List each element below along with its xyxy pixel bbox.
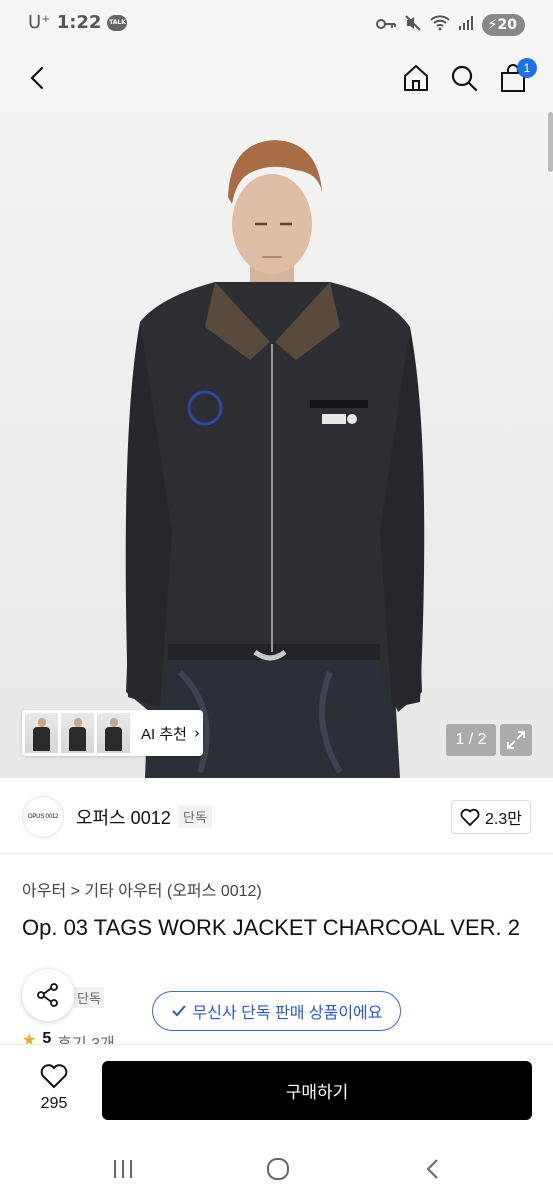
search-button[interactable] — [446, 60, 482, 96]
check-icon — [171, 1005, 186, 1017]
exclusive-notice-text: 무신사 단독 판매 상품이에요 — [192, 1005, 383, 1022]
back-button[interactable] — [20, 60, 56, 96]
ai-recommend-thumbnails[interactable]: AI 추천 › — [22, 710, 203, 756]
share-icon — [37, 983, 58, 1007]
expand-icon — [507, 731, 525, 749]
thumbnail[interactable] — [25, 713, 58, 753]
thumbnail[interactable] — [97, 713, 130, 753]
home-button[interactable] — [398, 60, 434, 96]
product-photo — [125, 140, 425, 778]
heart-icon — [460, 808, 480, 826]
search-icon — [451, 65, 478, 92]
rating-summary[interactable]: ★ 5 후기 3개 — [22, 1030, 115, 1044]
category-breadcrumb[interactable]: 아우터 > 기타 아우터 (오퍼스 0012) — [22, 877, 262, 901]
bottom-purchase-bar: 295 구매하기 — [0, 1044, 553, 1140]
brand-like-count: 2.3만 — [485, 811, 522, 828]
chevron-right-icon: › — [193, 724, 200, 742]
ai-recommend-label: AI 추천 — [141, 725, 187, 743]
recent-apps-button[interactable] — [108, 1154, 138, 1184]
brand-logo[interactable]: OPUS 0012 — [22, 796, 64, 838]
battery-level: 20 — [497, 17, 517, 33]
exclusive-notice-pill: 무신사 단독 판매 상품이에요 — [152, 991, 401, 1031]
status-time: 1:22 — [56, 12, 102, 33]
cart-button[interactable]: 1 — [495, 58, 537, 96]
back-nav-button[interactable] — [418, 1154, 448, 1184]
rating-score: 5 — [42, 1030, 52, 1044]
status-right: ⚡20 — [375, 14, 525, 36]
recent-apps-icon — [114, 1160, 132, 1178]
review-count: 후기 3개 — [57, 1030, 115, 1044]
cart-count-badge: 1 — [517, 58, 537, 78]
battery-icon: ⚡20 — [481, 14, 525, 36]
thumbnail[interactable] — [61, 713, 94, 753]
product-image-gallery[interactable]: AI 추천 › 1 / 2 — [0, 112, 553, 778]
system-nav-bar — [0, 1140, 553, 1200]
share-button[interactable] — [22, 969, 74, 1021]
buy-button[interactable]: 구매하기 — [102, 1061, 532, 1120]
top-nav-bar: 1 — [0, 50, 553, 112]
signal-icon — [458, 15, 474, 35]
scrollbar[interactable] — [548, 112, 553, 172]
image-pager: 1 / 2 — [446, 724, 496, 756]
heart-icon — [40, 1064, 68, 1089]
wishlist-button[interactable]: 295 — [30, 1063, 78, 1113]
brand-name-link[interactable]: 오퍼스 0012 — [76, 804, 171, 830]
brand-like-button[interactable]: 2.3만 — [451, 800, 531, 834]
mute-icon — [404, 14, 422, 36]
brand-row: OPUS 0012 오퍼스 0012 단독 2.3만 — [0, 778, 553, 854]
home-icon — [404, 65, 428, 91]
home-nav-button[interactable] — [263, 1154, 293, 1184]
wifi-icon — [429, 15, 450, 35]
status-left: U⁺ 1:22 TALK — [28, 12, 128, 33]
product-title: Op. 03 TAGS WORK JACKET CHARCOAL VER. 2 — [22, 915, 520, 940]
expand-button[interactable] — [500, 724, 532, 756]
exclusive-tag: 단독 — [74, 987, 104, 1008]
talk-icon: TALK — [107, 14, 128, 31]
chevron-left-icon — [30, 66, 44, 90]
home-circle-icon — [267, 1158, 289, 1180]
back-arrow-icon — [426, 1159, 438, 1179]
wishlist-count: 295 — [40, 1095, 68, 1112]
status-bar: U⁺ 1:22 TALK ⚡20 — [0, 0, 553, 50]
carrier-label: U⁺ — [28, 12, 51, 33]
key-icon — [375, 16, 396, 35]
brand-exclusive-tag: 단독 — [178, 805, 212, 828]
star-icon: ★ — [22, 1032, 37, 1044]
